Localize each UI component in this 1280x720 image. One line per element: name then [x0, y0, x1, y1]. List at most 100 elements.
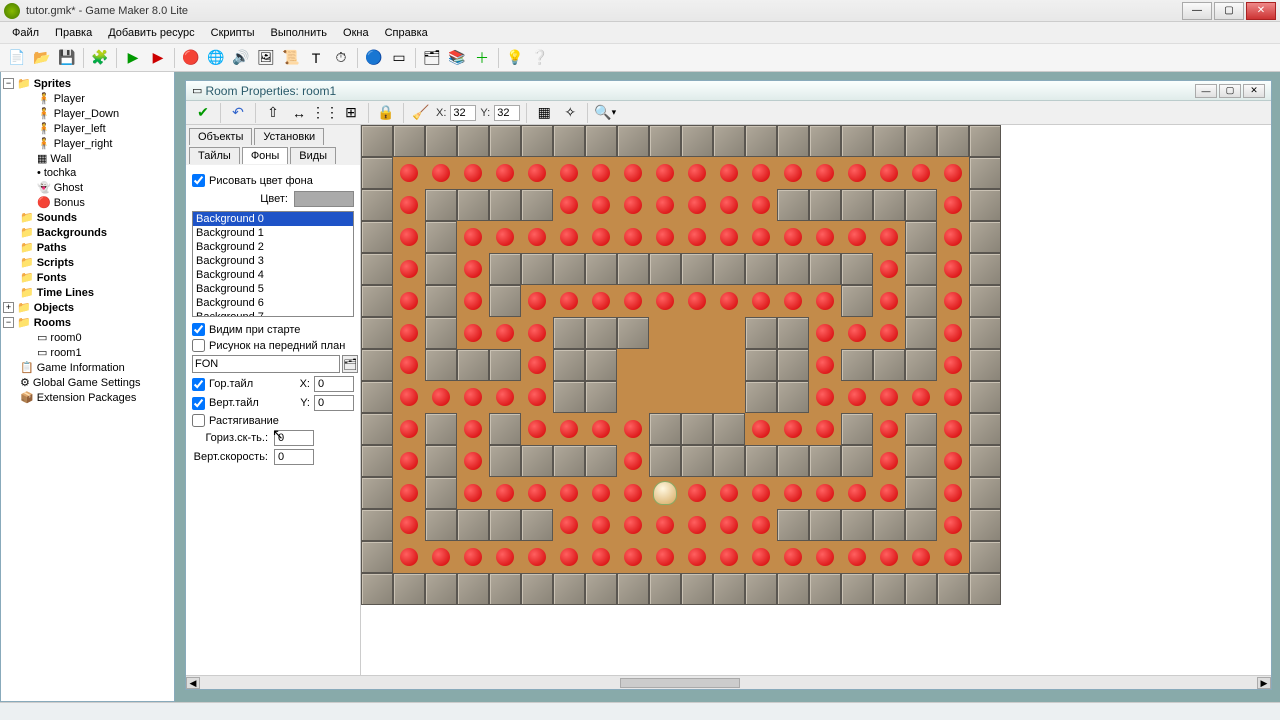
bonus-dot[interactable]	[617, 157, 649, 189]
bonus-dot[interactable]	[713, 477, 745, 509]
bonus-dot[interactable]	[937, 541, 969, 573]
bonus-dot[interactable]	[585, 413, 617, 445]
tree-toggle[interactable]: +	[3, 302, 14, 313]
bonus-dot[interactable]	[777, 285, 809, 317]
lock-button[interactable]: 🔒	[375, 102, 397, 124]
record-button[interactable]: 🔴	[180, 47, 202, 69]
wall-tile[interactable]	[489, 573, 521, 605]
menu-scripts[interactable]: Скрипты	[203, 25, 263, 41]
wall-tile[interactable]	[841, 413, 873, 445]
bonus-dot[interactable]	[585, 189, 617, 221]
bonus-dot[interactable]	[393, 413, 425, 445]
wall-tile[interactable]	[905, 253, 937, 285]
wall-tile[interactable]	[361, 189, 393, 221]
build-exe-button[interactable]: 🧩	[89, 47, 111, 69]
bonus-dot[interactable]	[553, 285, 585, 317]
bonus-dot[interactable]	[457, 317, 489, 349]
wall-tile[interactable]	[841, 189, 873, 221]
wall-tile[interactable]	[809, 253, 841, 285]
bonus-dot[interactable]	[393, 509, 425, 541]
bonus-dot[interactable]	[457, 253, 489, 285]
tree-item-sprite[interactable]: 👻Ghost	[3, 180, 172, 195]
tree-item-sprite[interactable]: 🧍Player_Down	[3, 106, 172, 121]
snap-y-input[interactable]: 32	[494, 105, 520, 121]
bonus-dot[interactable]	[649, 189, 681, 221]
wall-tile[interactable]	[649, 253, 681, 285]
bonus-dot[interactable]	[809, 285, 841, 317]
wall-tile[interactable]	[969, 477, 1001, 509]
wall-tile[interactable]	[585, 381, 617, 413]
bonus-dot[interactable]	[521, 317, 553, 349]
bonus-dot[interactable]	[937, 157, 969, 189]
scroll-thumb[interactable]	[620, 678, 740, 688]
wall-tile[interactable]	[969, 157, 1001, 189]
wall-tile[interactable]	[841, 253, 873, 285]
wall-tile[interactable]	[425, 285, 457, 317]
bonus-dot[interactable]	[393, 253, 425, 285]
wall-tile[interactable]	[521, 509, 553, 541]
wall-tile[interactable]	[777, 317, 809, 349]
wall-tile[interactable]	[905, 349, 937, 381]
wall-tile[interactable]	[681, 573, 713, 605]
ok-button[interactable]: ✔	[192, 102, 214, 124]
menu-edit[interactable]: Правка	[47, 25, 100, 41]
room-canvas-wrap[interactable]	[361, 125, 1271, 675]
bonus-dot[interactable]	[841, 221, 873, 253]
wall-tile[interactable]	[393, 125, 425, 157]
tab-objects[interactable]: Объекты	[189, 128, 252, 145]
bonus-dot[interactable]	[521, 413, 553, 445]
bonus-dot[interactable]	[617, 285, 649, 317]
bonus-dot[interactable]	[617, 413, 649, 445]
zoom-button[interactable]: 🔍▾	[594, 102, 616, 124]
script-icon[interactable]: 📜	[280, 47, 302, 69]
add-icon[interactable]: ＋	[471, 47, 493, 69]
bonus-dot[interactable]	[393, 381, 425, 413]
wall-tile[interactable]	[361, 253, 393, 285]
scroll-right-icon[interactable]: ▶	[1257, 677, 1271, 689]
bg-list-item[interactable]: Background 6	[193, 296, 353, 310]
shift-button[interactable]: ⇧	[262, 102, 284, 124]
bonus-dot[interactable]	[585, 285, 617, 317]
sound-icon[interactable]: 🔊	[230, 47, 252, 69]
menu-windows[interactable]: Окна	[335, 25, 377, 41]
wall-tile[interactable]	[809, 189, 841, 221]
menu-add-resource[interactable]: Добавить ресурс	[100, 25, 202, 41]
wall-tile[interactable]	[425, 477, 457, 509]
wall-tile[interactable]	[841, 445, 873, 477]
wall-tile[interactable]	[489, 125, 521, 157]
bonus-dot[interactable]	[713, 157, 745, 189]
wall-tile[interactable]	[457, 189, 489, 221]
color-swatch[interactable]	[294, 191, 354, 207]
bonus-dot[interactable]	[937, 285, 969, 317]
bonus-dot[interactable]	[681, 477, 713, 509]
snap-button[interactable]: ⋮⋮	[314, 102, 336, 124]
bonus-dot[interactable]	[905, 157, 937, 189]
bonus-dot[interactable]	[777, 477, 809, 509]
open-button[interactable]: 📂	[31, 47, 53, 69]
bg-name-input[interactable]	[192, 355, 340, 373]
wall-tile[interactable]	[905, 477, 937, 509]
bonus-dot[interactable]	[873, 381, 905, 413]
wall-tile[interactable]	[777, 253, 809, 285]
wall-tile[interactable]	[969, 253, 1001, 285]
bonus-dot[interactable]	[393, 189, 425, 221]
wall-tile[interactable]	[713, 413, 745, 445]
wall-tile[interactable]	[873, 349, 905, 381]
bonus-dot[interactable]	[553, 189, 585, 221]
wall-tile[interactable]	[841, 349, 873, 381]
bg-list-item[interactable]: Background 5	[193, 282, 353, 296]
wall-tile[interactable]	[425, 125, 457, 157]
bonus-dot[interactable]	[585, 509, 617, 541]
visible-start-checkbox[interactable]	[192, 323, 205, 336]
bonus-dot[interactable]	[745, 541, 777, 573]
tree-toggle[interactable]: −	[3, 78, 14, 89]
wall-tile[interactable]	[617, 125, 649, 157]
stretch-checkbox[interactable]	[192, 414, 205, 427]
wall-tile[interactable]	[969, 573, 1001, 605]
bonus-dot[interactable]	[809, 541, 841, 573]
bonus-dot[interactable]	[681, 221, 713, 253]
bonus-dot[interactable]	[393, 317, 425, 349]
wall-tile[interactable]	[809, 445, 841, 477]
bonus-dot[interactable]	[745, 477, 777, 509]
wall-tile[interactable]	[361, 541, 393, 573]
